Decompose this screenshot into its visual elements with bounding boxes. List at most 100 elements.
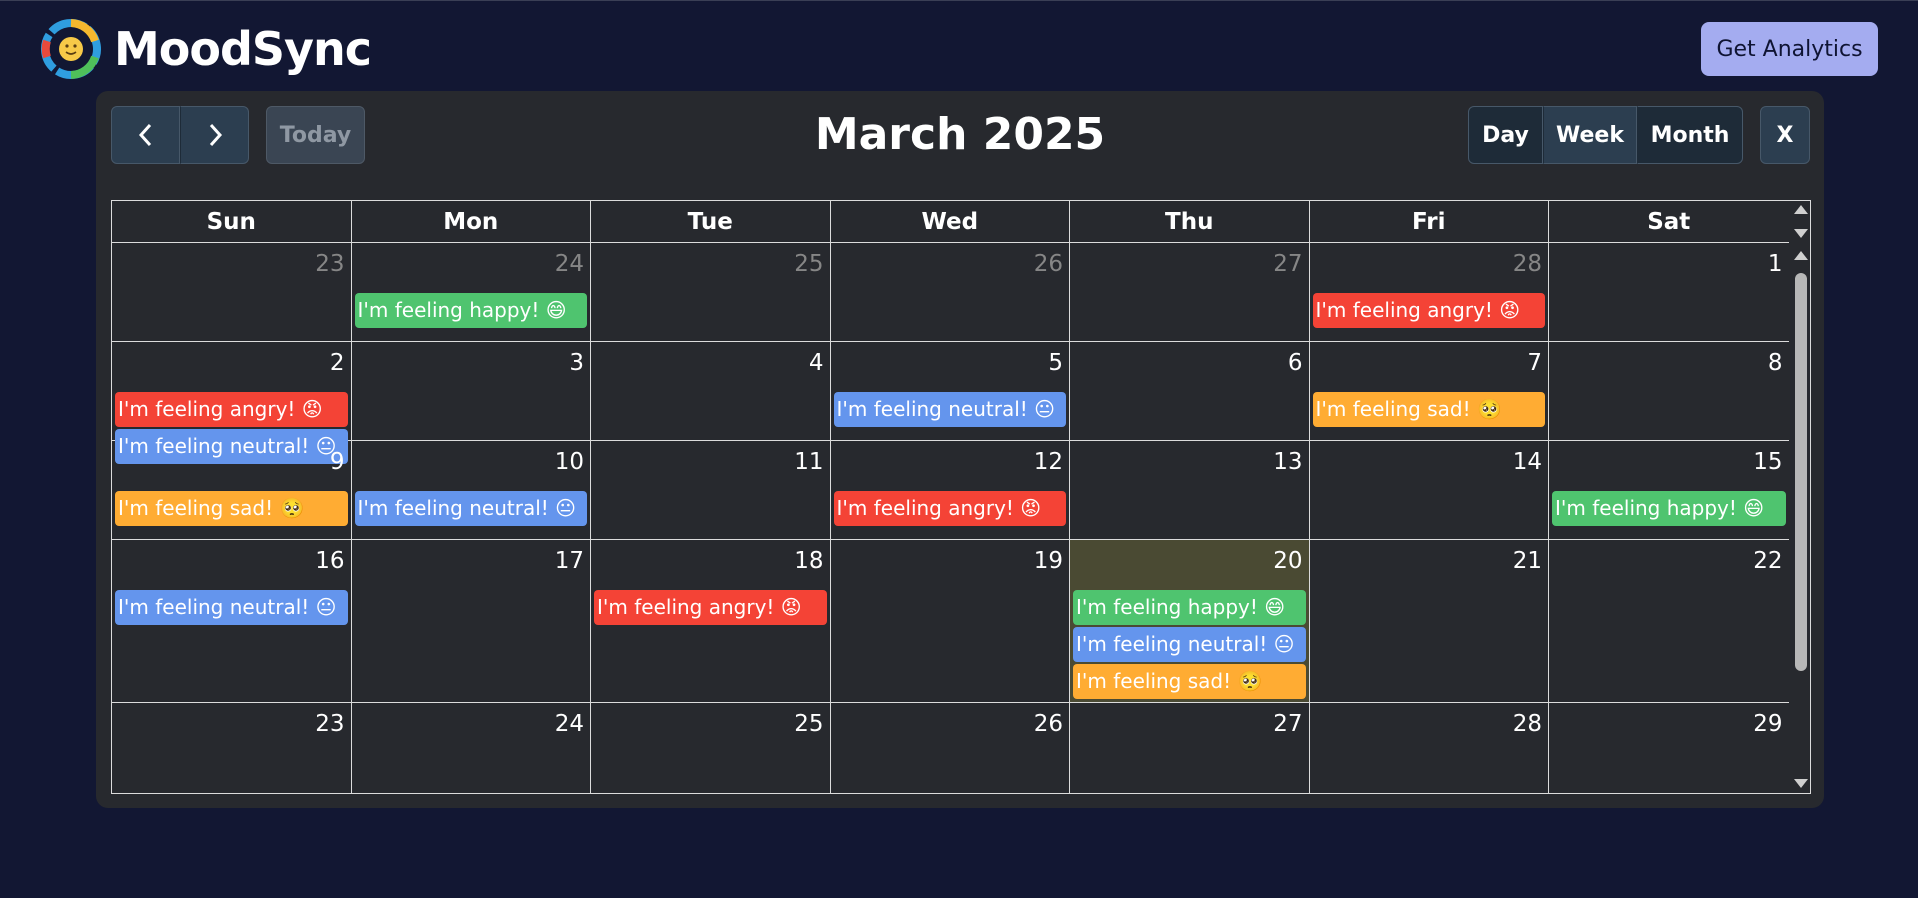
day-cell[interactable]: 29 bbox=[1549, 703, 1789, 793]
day-number: 19 bbox=[1033, 548, 1063, 574]
day-cell[interactable]: 23 bbox=[112, 243, 352, 341]
day-number: 27 bbox=[1273, 711, 1303, 737]
mood-event-happy[interactable]: I'm feeling happy! 😄 bbox=[1552, 491, 1786, 526]
day-number: 18 bbox=[794, 548, 824, 574]
day-cell[interactable]: 13 bbox=[1070, 441, 1310, 539]
week-row: 23 24 I'm feeling happy! 😄 25 26 27 28 I'm feel… bbox=[112, 243, 1789, 342]
day-cell[interactable]: 14 bbox=[1310, 441, 1549, 539]
vertical-scrollbar[interactable] bbox=[1790, 201, 1810, 793]
day-cell[interactable]: 3 bbox=[352, 342, 591, 440]
mood-event-neutral[interactable]: I'm feeling neutral! 😐 bbox=[1073, 627, 1306, 662]
mood-event-angry[interactable]: I'm feeling angry! 😡 bbox=[594, 590, 827, 625]
weekday-header-cell: Sat bbox=[1647, 209, 1691, 235]
day-cell[interactable]: 21 bbox=[1310, 540, 1549, 702]
mood-event-sad[interactable]: I'm feeling sad! 🥺 bbox=[1312, 392, 1545, 427]
top-border bbox=[0, 0, 1918, 1]
day-cell[interactable]: 28 I'm feeling angry! 😡 bbox=[1310, 243, 1549, 341]
event-list: I'm feeling angry! 😡 bbox=[594, 590, 827, 625]
day-cell[interactable]: 24 bbox=[352, 703, 591, 793]
view-month-button[interactable]: Month bbox=[1637, 106, 1743, 164]
day-number: 23 bbox=[315, 711, 345, 737]
view-switcher: Day Week Month bbox=[1468, 106, 1743, 164]
event-list: I'm feeling angry! 😡 bbox=[833, 491, 1066, 526]
mood-event-angry[interactable]: I'm feeling angry! 😡 bbox=[1312, 293, 1545, 328]
day-number: 24 bbox=[554, 711, 584, 737]
day-cell[interactable]: 24 I'm feeling happy! 😄 bbox=[352, 243, 591, 341]
mood-event-sad[interactable]: I'm feeling sad! 🥺 bbox=[115, 491, 348, 526]
day-cell[interactable]: 28 bbox=[1310, 703, 1549, 793]
close-button[interactable]: X bbox=[1760, 106, 1810, 164]
day-number: 26 bbox=[1033, 251, 1063, 277]
day-number: 15 bbox=[1753, 449, 1783, 475]
day-number: 13 bbox=[1273, 449, 1303, 475]
day-cell[interactable]: 15 I'm feeling happy! 😄 bbox=[1549, 441, 1789, 539]
mood-event-happy[interactable]: I'm feeling happy! 😄 bbox=[354, 293, 587, 328]
weekday-header: Sun Mon Tue Wed Thu Fri Sat bbox=[112, 201, 1789, 243]
scrollbar-thumb[interactable] bbox=[1795, 273, 1807, 671]
day-number: 7 bbox=[1527, 350, 1542, 376]
week-row: 2 I'm feeling angry! 😡 I'm feeling neutral… bbox=[112, 342, 1789, 464]
day-number: 28 bbox=[1512, 251, 1542, 277]
view-week-button[interactable]: Week bbox=[1543, 106, 1637, 164]
day-number: 8 bbox=[1767, 350, 1783, 376]
weekday-header-cell: Mon bbox=[352, 201, 591, 243]
day-number: 4 bbox=[808, 350, 824, 376]
event-list: I'm feeling neutral! 😐 bbox=[354, 491, 587, 526]
event-list: I'm feeling happy! 😄 bbox=[354, 293, 587, 328]
mood-event-happy[interactable]: I'm feeling happy! 😄 bbox=[1073, 590, 1306, 625]
view-day-button[interactable]: Day bbox=[1468, 106, 1543, 164]
day-cell[interactable]: 11 bbox=[591, 441, 831, 539]
day-cell[interactable]: 5 I'm feeling neutral! 😐 bbox=[831, 342, 1070, 440]
day-cell[interactable]: 26 bbox=[831, 703, 1070, 793]
day-cell[interactable]: 25 bbox=[591, 243, 831, 341]
scroll-up-arrow-icon[interactable] bbox=[1794, 251, 1808, 260]
day-cell[interactable]: 16 I'm feeling neutral! 😐 bbox=[112, 540, 352, 702]
week-row: 23 24 25 26 27 28 29 bbox=[112, 703, 1789, 793]
weekday-header-cell: Tue bbox=[591, 201, 831, 243]
day-number: 16 bbox=[315, 548, 345, 574]
day-cell[interactable]: 19 bbox=[831, 540, 1070, 702]
day-cell[interactable]: 7 I'm feeling sad! 🥺 bbox=[1310, 342, 1549, 440]
day-cell[interactable]: 2 I'm feeling angry! 😡 I'm feeling neutral… bbox=[112, 342, 352, 464]
mood-event-sad[interactable]: I'm feeling sad! 🥺 bbox=[1073, 664, 1306, 699]
day-cell[interactable]: 10 I'm feeling neutral! 😐 bbox=[352, 441, 591, 539]
day-cell[interactable]: 27 bbox=[1070, 243, 1310, 341]
day-cell-today[interactable]: 20 I'm feeling happy! 😄 I'm feeling neutra… bbox=[1070, 540, 1310, 702]
day-cell[interactable]: 12 I'm feeling angry! 😡 bbox=[831, 441, 1070, 539]
day-cell[interactable]: 9 I'm feeling sad! 🥺 bbox=[112, 441, 352, 539]
day-number: 22 bbox=[1753, 548, 1783, 574]
day-cell[interactable]: 8 bbox=[1549, 342, 1789, 440]
mood-event-angry[interactable]: I'm feeling angry! 😡 bbox=[115, 392, 348, 427]
event-list: I'm feeling angry! 😡 bbox=[1312, 293, 1545, 328]
day-number: 24 bbox=[554, 251, 584, 277]
day-cell[interactable]: 6 bbox=[1070, 342, 1310, 440]
day-cell[interactable]: 1 bbox=[1549, 243, 1789, 341]
day-number: 20 bbox=[1273, 548, 1303, 574]
event-list: I'm feeling happy! 😄 bbox=[1552, 491, 1786, 526]
week-row: 9 I'm feeling sad! 🥺 10 I'm feeling neutral… bbox=[112, 441, 1789, 540]
day-number: 2 bbox=[329, 350, 345, 376]
day-number: 28 bbox=[1512, 711, 1542, 737]
day-cell[interactable]: 27 bbox=[1070, 703, 1310, 793]
day-number: 11 bbox=[794, 449, 824, 475]
day-cell[interactable]: 23 bbox=[112, 703, 352, 793]
mood-event-neutral[interactable]: I'm feeling neutral! 😐 bbox=[115, 590, 348, 625]
mood-event-neutral[interactable]: I'm feeling neutral! 😐 bbox=[833, 392, 1066, 427]
scroll-up-arrow-icon[interactable] bbox=[1794, 205, 1808, 214]
day-number: 25 bbox=[794, 711, 824, 737]
day-cell[interactable]: 25 bbox=[591, 703, 831, 793]
mood-event-neutral[interactable]: I'm feeling neutral! 😐 bbox=[354, 491, 587, 526]
scroll-down-arrow-icon[interactable] bbox=[1794, 779, 1808, 788]
event-list: I'm feeling sad! 🥺 bbox=[115, 491, 348, 526]
day-cell[interactable]: 18 I'm feeling angry! 😡 bbox=[591, 540, 831, 702]
get-analytics-button[interactable]: Get Analytics bbox=[1701, 22, 1878, 76]
day-cell[interactable]: 17 bbox=[352, 540, 591, 702]
day-cell[interactable]: 26 bbox=[831, 243, 1070, 341]
day-cell[interactable]: 22 bbox=[1549, 540, 1789, 702]
day-number: 1 bbox=[1767, 251, 1783, 277]
day-cell[interactable]: 4 bbox=[591, 342, 831, 440]
day-number: 23 bbox=[315, 251, 345, 277]
mood-event-angry[interactable]: I'm feeling angry! 😡 bbox=[833, 491, 1066, 526]
scroll-down-arrow-icon[interactable] bbox=[1794, 229, 1808, 238]
day-number: 26 bbox=[1033, 711, 1063, 737]
